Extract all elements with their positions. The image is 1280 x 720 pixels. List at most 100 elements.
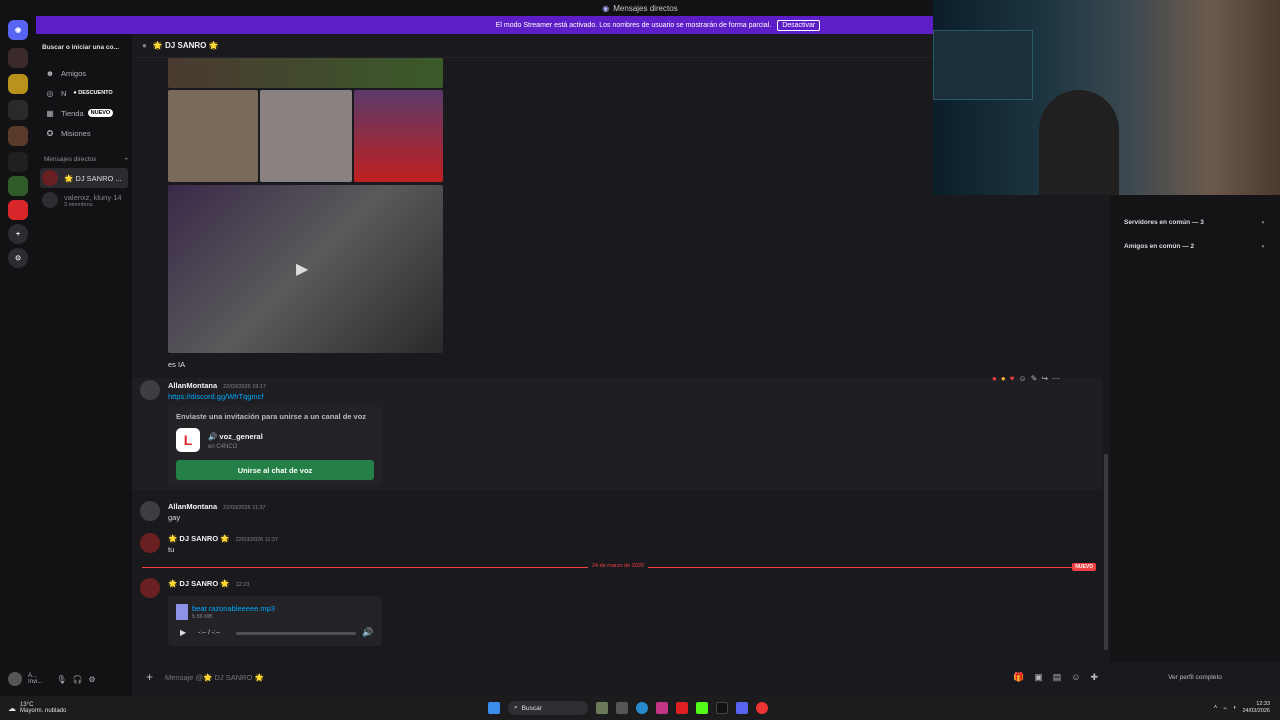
server-icon[interactable] bbox=[8, 74, 28, 94]
headphones-icon[interactable]: 🎧 bbox=[73, 675, 83, 684]
reaction-icon[interactable]: ● bbox=[992, 374, 997, 383]
dm-item[interactable]: 🌟 DJ SANRO ... bbox=[40, 168, 128, 188]
gear-icon[interactable]: ⚙ bbox=[88, 675, 95, 684]
add-server-icon[interactable]: + bbox=[8, 224, 28, 244]
avatar[interactable] bbox=[140, 578, 160, 598]
media-image[interactable] bbox=[260, 90, 352, 182]
deactivate-button[interactable]: Desactivar bbox=[777, 19, 821, 31]
chevron-up-icon[interactable]: ˄ bbox=[1214, 705, 1218, 711]
divider-date: 24 de marzo de 2026 bbox=[588, 563, 648, 569]
play-icon[interactable]: ▶ bbox=[296, 259, 308, 279]
nav-quests[interactable]: ✪ Misiones bbox=[36, 124, 132, 142]
dm-item[interactable]: valenxz, kluny 14 3 miembros bbox=[40, 190, 128, 210]
dm-sidebar: Buscar o iniciar una co... ☻ Amigos ◎ N … bbox=[36, 34, 132, 662]
kick-icon[interactable] bbox=[696, 702, 708, 714]
message-composer: + 🎁 ▣ ▤ ☺ ✚ bbox=[132, 664, 1110, 690]
taskbar: ☁ 13°C Mayorm. nublado ⌕ Buscar ˄ ⌁ ◗ 12… bbox=[0, 696, 1280, 720]
message-header: 🌟 DJ SANRO 🌟 12:23 bbox=[168, 579, 249, 588]
voice-invite-card: Enviaste una invitación para unirse a un… bbox=[168, 406, 382, 486]
server-icon[interactable] bbox=[8, 176, 28, 196]
tiktok-icon[interactable] bbox=[716, 702, 728, 714]
media-image[interactable] bbox=[354, 90, 443, 182]
server-name: en C4NCO bbox=[208, 444, 238, 450]
nitro-icon: ◎ bbox=[46, 88, 54, 98]
scrollbar[interactable] bbox=[1104, 454, 1108, 650]
taskbar-search[interactable]: ⌕ Buscar bbox=[508, 701, 588, 715]
author-name[interactable]: AllanMontana bbox=[168, 502, 217, 511]
app-icon[interactable] bbox=[596, 702, 608, 714]
clock[interactable]: 12:33 24/03/2026 bbox=[1242, 701, 1270, 715]
server-icon[interactable] bbox=[8, 126, 28, 146]
instagram-icon[interactable] bbox=[656, 702, 668, 714]
discord-icon[interactable] bbox=[736, 702, 748, 714]
server-icon[interactable] bbox=[8, 200, 28, 220]
weather-text: Mayorm. nublado bbox=[20, 708, 67, 714]
media-image[interactable] bbox=[168, 58, 443, 88]
apps-icon[interactable]: ✚ bbox=[1090, 672, 1098, 683]
chrome-icon[interactable] bbox=[756, 702, 768, 714]
sticker-icon[interactable]: ▤ bbox=[1053, 672, 1062, 683]
avatar[interactable] bbox=[8, 672, 22, 686]
network-icon[interactable]: ⌁ bbox=[1223, 705, 1227, 712]
gift-icon[interactable]: 🎁 bbox=[1013, 672, 1024, 683]
reaction-icon[interactable]: ● bbox=[1001, 374, 1006, 383]
author-name[interactable]: AllanMontana bbox=[168, 381, 217, 390]
chevron-right-icon: › bbox=[1261, 242, 1264, 250]
message-header: AllanMontana 22/03/2026 11:37 bbox=[168, 502, 266, 511]
forward-icon[interactable]: ↪ bbox=[1041, 374, 1048, 383]
mutual-friends-row[interactable]: Amigos en común — 2 › bbox=[1118, 238, 1270, 254]
app-icon[interactable] bbox=[616, 702, 628, 714]
nav-friends[interactable]: ☻ Amigos bbox=[36, 64, 132, 82]
mutual-servers-row[interactable]: Servidores en común — 3 › bbox=[1118, 214, 1270, 230]
view-profile-link[interactable]: Ver perfil completo bbox=[1110, 674, 1280, 681]
server-list: ◉ + ⊙ bbox=[0, 16, 36, 696]
invite-link[interactable]: https://discord.gg/WhTqgmcf bbox=[168, 392, 263, 401]
volume-icon[interactable]: ◗ bbox=[1233, 705, 1237, 711]
author-name[interactable]: 🌟 DJ SANRO 🌟 bbox=[168, 579, 230, 588]
start-icon[interactable] bbox=[488, 702, 500, 714]
file-name[interactable]: beat razonableeeee.mp3 bbox=[192, 604, 275, 613]
media-image[interactable] bbox=[168, 90, 258, 182]
window-title: Mensajes directos bbox=[613, 3, 678, 13]
discover-icon[interactable]: ⊙ bbox=[8, 248, 28, 268]
user-panel: A... Invi... 🎙 🎧 ⚙ bbox=[0, 662, 132, 696]
server-icon[interactable] bbox=[8, 100, 28, 120]
gif-icon[interactable]: ▣ bbox=[1034, 672, 1043, 683]
avatar[interactable] bbox=[140, 380, 160, 400]
author-name[interactable]: 🌟 DJ SANRO 🌟 bbox=[168, 534, 230, 543]
server-icon[interactable] bbox=[8, 152, 28, 172]
volume-icon[interactable]: 🔊 bbox=[362, 627, 373, 638]
heart-icon[interactable]: ♥ bbox=[1010, 374, 1015, 383]
webcam-overlay bbox=[933, 0, 1280, 195]
nav-nitro[interactable]: ◎ N ● DESCUENTO bbox=[36, 84, 132, 102]
message-header: 🌟 DJ SANRO 🌟 22/03/2026 11:37 bbox=[168, 534, 278, 543]
play-icon[interactable]: ▶ bbox=[180, 628, 186, 637]
mic-icon[interactable]: 🎙 bbox=[56, 675, 66, 684]
avatar[interactable] bbox=[140, 533, 160, 553]
attach-plus-icon[interactable]: + bbox=[146, 670, 153, 684]
quests-icon: ✪ bbox=[46, 128, 54, 138]
join-voice-button[interactable]: Unirse al chat de voz bbox=[176, 460, 374, 480]
add-dm-icon[interactable]: + bbox=[124, 156, 128, 163]
server-icon[interactable] bbox=[8, 48, 28, 68]
media-video[interactable]: ▶ bbox=[168, 185, 443, 353]
emoji-icon[interactable]: ☺ bbox=[1018, 374, 1026, 383]
youtube-icon[interactable] bbox=[676, 702, 688, 714]
user-status: Invi... bbox=[28, 679, 43, 685]
weather-widget[interactable]: ☁ 13°C Mayorm. nublado bbox=[8, 702, 66, 714]
emoji-icon[interactable]: ☺ bbox=[1071, 672, 1080, 683]
home-discord-icon[interactable]: ◉ bbox=[8, 20, 28, 40]
message-input[interactable] bbox=[165, 672, 766, 682]
edge-icon[interactable] bbox=[636, 702, 648, 714]
nav-label: Amigos bbox=[61, 68, 87, 78]
discount-badge: ● DESCUENTO bbox=[70, 89, 116, 97]
new-messages-divider: 24 de marzo de 2026 NUEVO bbox=[142, 563, 1096, 571]
edit-icon[interactable]: ✎ bbox=[1031, 374, 1038, 383]
more-icon[interactable]: ⋯ bbox=[1052, 374, 1060, 383]
avatar bbox=[42, 192, 58, 208]
search-input[interactable]: Buscar o iniciar una co... bbox=[42, 40, 128, 54]
audio-progress[interactable] bbox=[236, 632, 356, 635]
avatar: ● bbox=[142, 41, 147, 50]
avatar[interactable] bbox=[140, 501, 160, 521]
nav-shop[interactable]: ▦ Tienda NUEVO bbox=[36, 104, 132, 122]
